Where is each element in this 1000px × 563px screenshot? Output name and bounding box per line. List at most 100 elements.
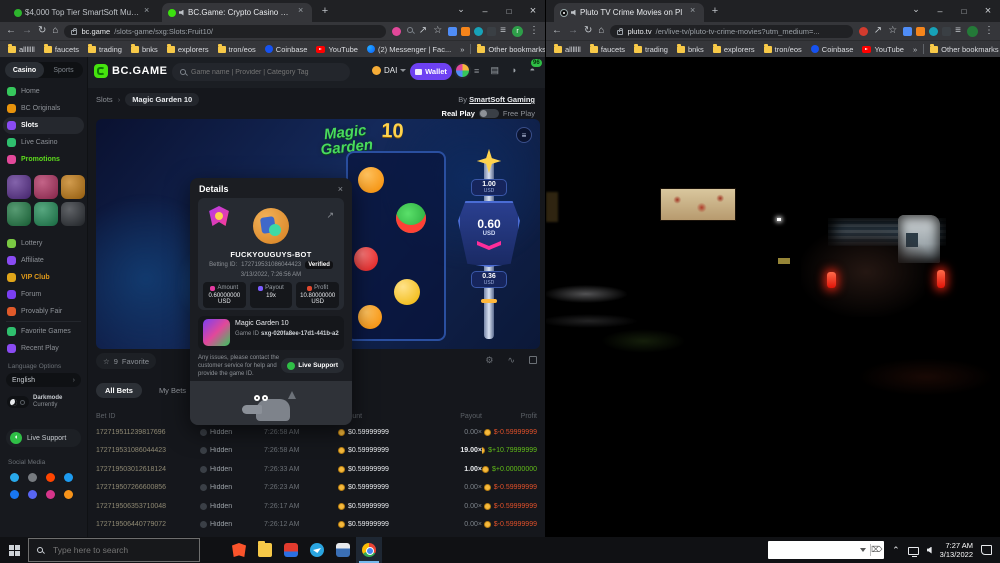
other-bookmarks[interactable]: Other bookmarks [930,45,999,54]
bookmark-item[interactable]: bnks [677,45,704,54]
social-icon[interactable] [46,490,55,499]
taskbar-search[interactable] [28,538,200,562]
notification-extension-icon[interactable] [942,27,951,36]
promo-tile[interactable] [34,202,58,226]
sidebar-item-vip-club[interactable]: VIP Club [0,269,87,286]
bookmark-item[interactable]: alllllll [8,45,35,54]
sidebar-item-recent-play[interactable]: Recent Play [0,340,87,357]
promo-tile[interactable] [7,175,31,199]
wallet-button[interactable]: Wallet [410,63,452,80]
password-manager-icon[interactable] [859,27,868,36]
promo-tile[interactable] [34,175,58,199]
sidebar-item-live-casino[interactable]: Live Casino [0,134,87,151]
maximize-button[interactable] [952,0,976,22]
bookmark-item[interactable]: (2) Messenger | Fac... [367,45,451,54]
fullscreen-icon[interactable] [529,356,537,364]
sidebar-item-slots[interactable]: Slots [3,117,84,134]
metamask-icon[interactable] [916,27,925,36]
provider-link[interactable]: By SmartSoft Gaming [458,95,535,104]
sidebar-item-favorite-games[interactable]: Favorite Games [0,323,87,340]
profile-avatar[interactable]: r [512,26,523,37]
sidebar-tab-casino[interactable]: Casino [5,62,44,78]
social-icon[interactable] [28,490,37,499]
share-icon[interactable]: ↗ [419,26,427,36]
modal-live-support-button[interactable]: Live Support [281,358,344,373]
sidebar-item-home[interactable]: Home [0,83,87,100]
browser-menu-icon[interactable]: ⋮ [529,26,539,36]
close-button[interactable] [976,0,1000,22]
action-center-icon[interactable] [981,545,992,555]
hidden-icons-chevron[interactable]: ⌃ [892,545,900,556]
bookmark-item[interactable]: Coinbase [265,45,308,54]
bookmark-item[interactable]: faucets [590,45,625,54]
profile-avatar[interactable] [967,26,978,37]
bookmark-item[interactable]: faucets [44,45,79,54]
tab-search-icon[interactable] [904,0,928,22]
table-row[interactable]: 172719506440779072Hidden7:26:12 AM$0.599… [96,516,537,535]
breadcrumb-root[interactable]: Slots [96,95,113,104]
bookmark-item[interactable]: Coinbase [811,45,854,54]
bookmark-item[interactable]: trading [634,45,668,54]
modal-share-icon[interactable]: ↗ [326,210,334,221]
language-selector[interactable]: English › [6,373,81,387]
browser-tab[interactable]: Pluto TV Crime Movies on Pl [554,3,704,22]
metamask-icon[interactable] [461,27,470,36]
bookmark-item[interactable]: explorers [167,45,209,54]
forward-icon[interactable]: → [568,26,578,36]
browser-tab[interactable]: $4,000 Top Tier SmartSoft Multip [8,3,158,22]
address-bar[interactable]: bc.game/slots-game/sxg:Slots:Fruit10/ [64,25,385,38]
bookmarks-more-icon[interactable] [460,45,464,54]
bookmark-item[interactable]: trading [88,45,122,54]
tab-close-icon[interactable] [689,8,698,17]
minimize-button[interactable] [928,0,952,22]
live-stats-icon[interactable]: ∿ [507,355,515,366]
minimize-button[interactable] [473,0,497,22]
bcgame-logo[interactable]: BC.GAME [94,64,167,78]
table-row[interactable]: 172719506353710048Hidden7:26:17 AM$0.599… [96,497,537,516]
taskbar-app-steam[interactable] [330,537,356,563]
social-icon[interactable] [10,490,19,499]
bookmarks-more-icon[interactable] [913,45,917,54]
network-icon[interactable] [908,547,919,555]
extension-icon[interactable] [448,27,457,36]
tab-audio-icon[interactable] [179,10,185,16]
game-menu-icon[interactable]: ≡ [516,127,532,143]
bets-tab-all-bets[interactable]: All Bets [96,383,142,398]
modal-close-icon[interactable]: × [338,184,343,194]
go-button[interactable]: ⌦ [870,544,880,556]
tab-close-icon[interactable] [143,8,152,17]
extensions-list-icon[interactable]: ≡ [500,26,506,36]
home-icon[interactable]: ⌂ [52,26,58,36]
new-tab-button[interactable] [708,5,722,19]
decrease-arrow-icon[interactable] [477,241,501,250]
settings-icon[interactable]: ⚙ [485,355,493,366]
table-row[interactable]: 172719531086044423Hidden7:26:58 AM$0.599… [96,442,537,461]
sidebar-item-forum[interactable]: Forum [0,286,87,303]
bookmark-item[interactable]: tron/eos [764,45,802,54]
tab-search-icon[interactable] [449,0,473,22]
darkmode-toggle[interactable]: DarkmodeCurrently [0,395,69,409]
back-icon[interactable]: ← [6,26,16,36]
taskbar-search-input[interactable] [29,539,199,561]
extension-icon[interactable] [929,27,938,36]
taskbar-clock[interactable]: 7:27 AM 3/13/2022 [940,541,973,559]
taskbar-app-media[interactable] [278,537,304,563]
live-support-button[interactable]: ◖ Live Support [6,429,81,447]
sidebar-item-lottery[interactable]: Lottery [0,235,87,252]
taskbar-app-telegram[interactable] [304,537,330,563]
bookmark-item[interactable]: alllllll [554,45,581,54]
promo-tile[interactable] [7,202,31,226]
chevron-down-icon[interactable] [860,548,866,552]
back-icon[interactable]: ← [552,26,562,36]
social-icon[interactable] [28,473,37,482]
password-manager-icon[interactable] [392,27,401,36]
browser-menu-icon[interactable]: ⋮ [984,26,994,36]
sidebar-item-bc-originals[interactable]: BC Originals [0,100,87,117]
game-search[interactable] [172,63,350,81]
play-toggle-switch[interactable] [479,109,499,118]
table-row[interactable]: 172719503012618124Hidden7:26:33 AM$0.599… [96,460,537,479]
table-row[interactable]: 172719507266600856Hidden7:26:23 AM$0.599… [96,479,537,498]
sidebar-item-provably-fair[interactable]: Provably Fair [0,303,87,320]
forward-icon[interactable]: → [22,26,32,36]
taskbar-app-brave[interactable] [226,537,252,563]
